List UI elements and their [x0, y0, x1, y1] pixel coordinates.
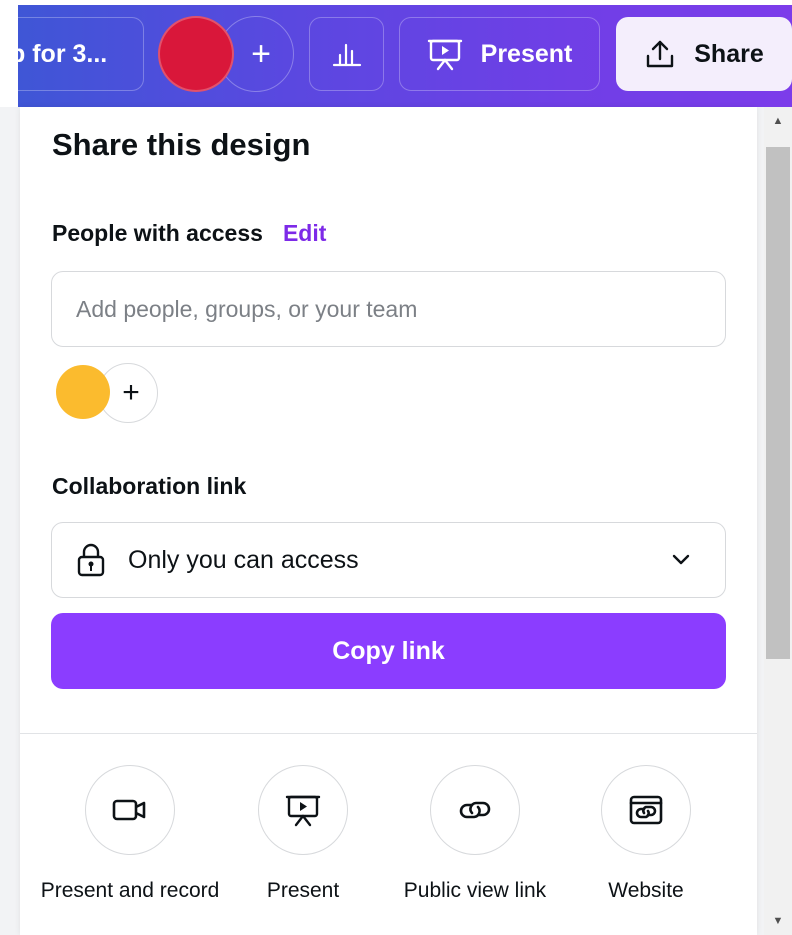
bar-chart-icon — [332, 43, 361, 67]
document-title-button[interactable]: p for 3... — [18, 17, 144, 91]
share-button[interactable]: Share — [616, 17, 792, 91]
collaboration-link-label: Collaboration link — [52, 473, 247, 499]
share-option-website[interactable]: Website — [556, 765, 736, 905]
option-label: Present — [266, 879, 340, 902]
present-button[interactable]: Present — [399, 17, 600, 91]
present-label: Present — [480, 39, 573, 68]
link-access-select[interactable]: Only you can access — [51, 522, 726, 598]
editor-topbar: p for 3... + Present Share — [0, 0, 792, 107]
scrollbar-thumb[interactable] — [766, 147, 790, 659]
add-people-input[interactable] — [51, 271, 726, 347]
insights-button[interactable] — [309, 17, 384, 91]
link-access-value: Only you can access — [128, 545, 359, 574]
document-title: p for 3... — [18, 39, 108, 68]
chevron-down-icon — [672, 554, 690, 565]
share-panel: Share this design People with access Edi… — [20, 107, 757, 935]
scroll-up-arrow-icon[interactable]: ▲ — [764, 107, 792, 135]
divider — [20, 733, 757, 734]
plus-icon: + — [122, 376, 140, 409]
website-icon — [629, 795, 663, 825]
panel-scrollbar[interactable]: ▲ ▼ — [764, 107, 792, 935]
share-label: Share — [694, 39, 764, 68]
scroll-down-arrow-icon[interactable]: ▼ — [764, 907, 792, 935]
edit-access-link[interactable]: Edit — [283, 220, 326, 247]
option-label: Present and record — [40, 879, 220, 902]
share-option-present[interactable]: Present — [213, 765, 393, 905]
members-list: + — [56, 363, 160, 423]
video-camera-icon — [112, 799, 146, 821]
presentation-screen-icon — [285, 795, 321, 827]
copy-link-button[interactable]: Copy link — [51, 613, 726, 689]
people-access-label: People with access — [52, 220, 263, 246]
people-access-row: People with access Edit — [52, 220, 326, 247]
share-option-present-and-record[interactable]: Present and record — [40, 765, 220, 905]
option-label: Website — [608, 879, 684, 902]
panel-title: Share this design — [52, 127, 311, 162]
option-icon-circle[interactable] — [601, 765, 691, 855]
option-icon-circle[interactable] — [258, 765, 348, 855]
lock-icon — [76, 543, 106, 577]
presentation-screen-icon — [427, 39, 462, 71]
avatar[interactable] — [158, 16, 234, 92]
option-icon-circle[interactable] — [430, 765, 520, 855]
link-icon — [459, 801, 491, 819]
option-label: Public view link — [403, 879, 547, 902]
avatar[interactable] — [56, 365, 110, 419]
option-icon-circle[interactable] — [85, 765, 175, 855]
plus-icon: + — [251, 34, 271, 73]
share-option-public-view-link[interactable]: Public view link — [385, 765, 565, 905]
collaborators-group: + — [158, 16, 294, 92]
upload-icon — [647, 40, 674, 68]
